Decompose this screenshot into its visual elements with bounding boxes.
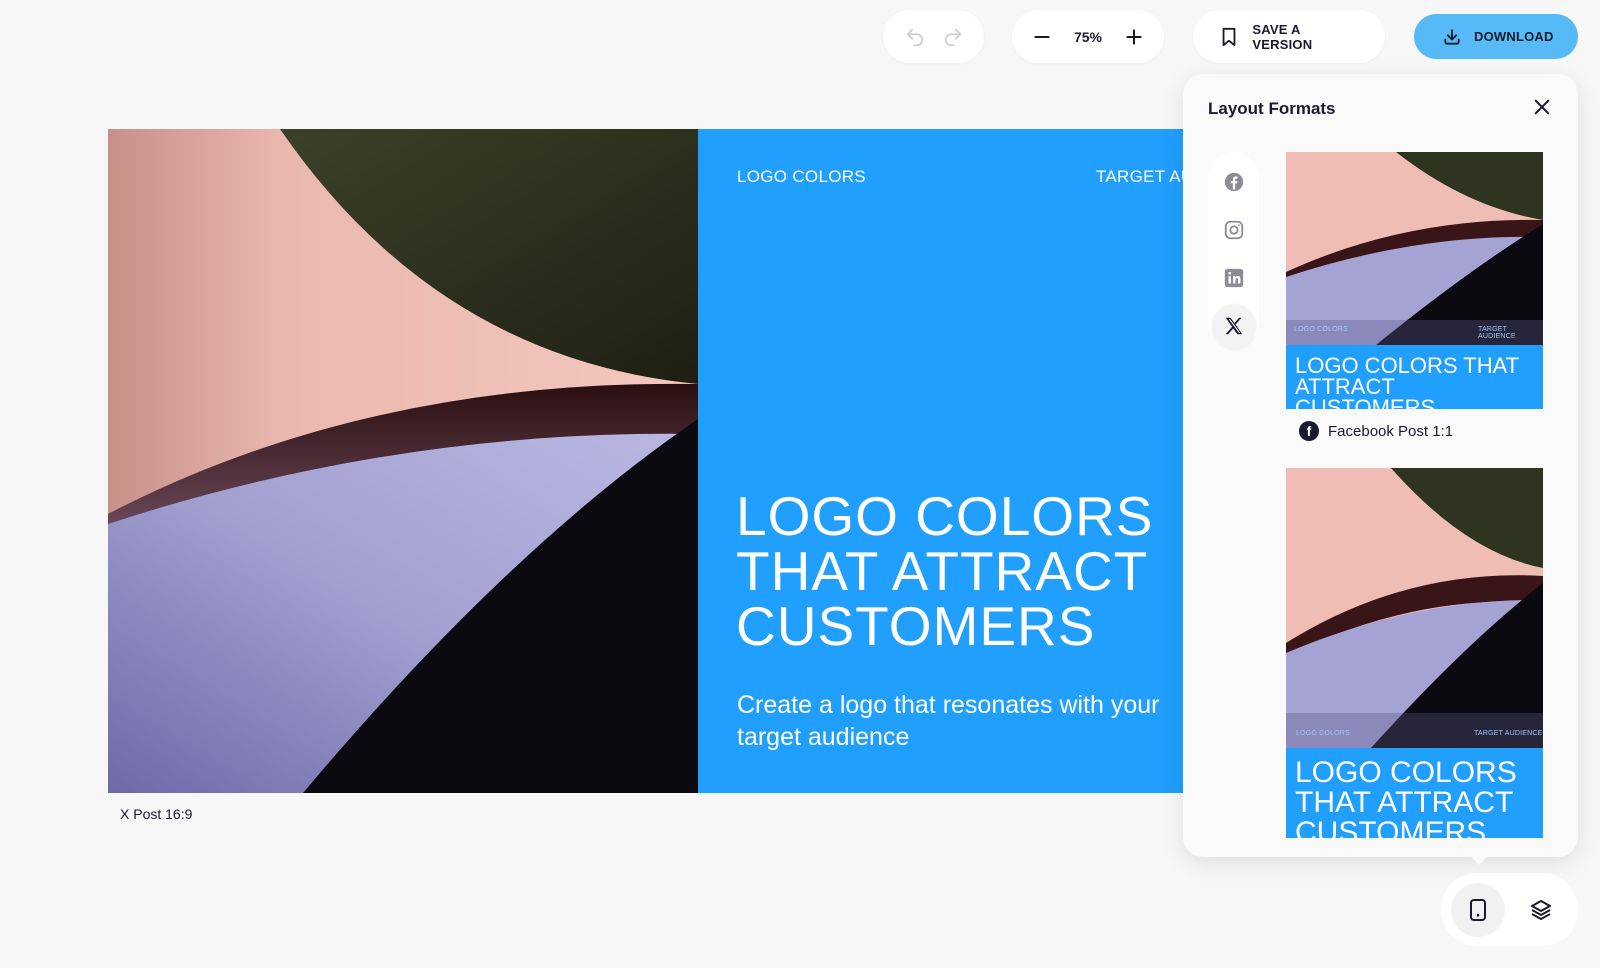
social-platform-rail [1208, 152, 1259, 348]
mobile-formats-icon[interactable] [1451, 882, 1505, 937]
download-icon [1442, 25, 1462, 49]
canvas-format-label: X Post 16:9 [120, 806, 193, 822]
redo-icon[interactable] [941, 25, 965, 49]
thumb-mini-left: LOGO COLORS [1296, 730, 1350, 737]
thumbnail-photo [1286, 468, 1543, 748]
download-label: DOWNLOAD [1474, 29, 1554, 44]
layers-icon[interactable] [1514, 883, 1568, 937]
headline-text[interactable]: LOGO COLORS THAT ATTRACT CUSTOMERS [736, 489, 1183, 654]
zoom-level: 75% [1073, 28, 1103, 45]
undo-redo-group [883, 10, 984, 63]
thumbnail-caption: f Facebook Post 1:1 [1299, 421, 1453, 441]
bookmark-icon [1217, 25, 1240, 49]
label-target-audience[interactable]: TARGET AUDIENCE [1096, 167, 1183, 187]
x-icon[interactable] [1211, 304, 1256, 348]
design-canvas[interactable]: LOGO COLORS TARGET AUDIENCE LOGO COLORS … [108, 129, 1183, 793]
view-dock [1441, 873, 1578, 946]
label-logo-colors[interactable]: LOGO COLORS [737, 167, 866, 187]
panel-pointer [1470, 856, 1488, 865]
facebook-icon: f [1299, 421, 1319, 441]
facebook-icon[interactable] [1212, 160, 1256, 204]
thumb-mini-right: TARGET AUDIENCE [1474, 730, 1543, 737]
thumbnail-caption-text: Facebook Post 1:1 [1328, 422, 1454, 440]
save-version-button[interactable]: SAVE A VERSION [1193, 10, 1385, 63]
close-icon[interactable] [1529, 94, 1555, 120]
thumb-headline: LOGO COLORS THAT ATTRACT CUSTOMERS [1286, 345, 1543, 409]
instagram-icon[interactable] [1212, 208, 1256, 252]
abstract-photo [108, 129, 698, 793]
panel-title: Layout Formats [1208, 99, 1336, 118]
zoom-in-icon[interactable] [1122, 25, 1146, 49]
layout-formats-panel: Layout Formats LOGO COLORS TARGET AUDIEN… [1183, 74, 1578, 857]
text-panel[interactable]: LOGO COLORS TARGET AUDIENCE LOGO COLORS … [698, 129, 1183, 793]
save-version-label: SAVE A VERSION [1252, 21, 1313, 52]
thumb-mini-right: TARGET AUDIENCE [1478, 326, 1516, 340]
zoom-out-icon[interactable] [1030, 25, 1054, 49]
subtitle-text[interactable]: Create a logo that resonates with your t… [737, 689, 1183, 753]
format-thumbnail-facebook[interactable]: LOGO COLORS TARGET AUDIENCE LOGO COLORS … [1286, 152, 1543, 409]
thumb-mini-left: LOGO COLORS [1294, 326, 1348, 333]
thumbnail-photo [1286, 152, 1543, 345]
download-button[interactable]: DOWNLOAD [1414, 14, 1578, 59]
thumb-headline: LOGO COLORS THAT ATTRACT CUSTOMERS [1286, 748, 1543, 838]
format-thumbnail-instagram[interactable]: LOGO COLORS TARGET AUDIENCE LOGO COLORS … [1286, 468, 1543, 838]
zoom-control: 75% [1012, 10, 1164, 63]
undo-icon[interactable] [903, 25, 927, 49]
linkedin-icon[interactable] [1212, 256, 1256, 300]
